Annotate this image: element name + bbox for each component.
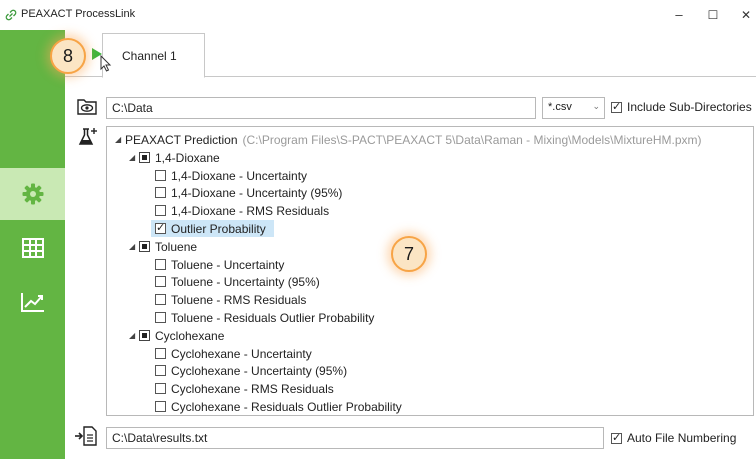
item-checkbox[interactable] bbox=[155, 170, 166, 181]
tree-group-node[interactable]: ◢ 1,4-Dioxane bbox=[129, 149, 220, 166]
collapse-icon[interactable]: ◢ bbox=[115, 135, 125, 144]
tree-item[interactable]: Toluene - Uncertainty (95%) bbox=[155, 273, 320, 290]
file-export-icon[interactable] bbox=[74, 426, 98, 446]
collapse-icon[interactable]: ◢ bbox=[129, 153, 139, 162]
item-checkbox[interactable] bbox=[155, 365, 166, 376]
tab-channel-1[interactable]: Channel 1 bbox=[102, 33, 205, 78]
item-checkbox[interactable] bbox=[155, 383, 166, 394]
item-label: Toluene - RMS Residuals bbox=[171, 292, 307, 307]
maximize-button[interactable]: ☐ bbox=[703, 6, 723, 24]
group-checkbox[interactable] bbox=[139, 241, 150, 252]
mouse-pointer-icon bbox=[100, 55, 112, 72]
link-icon bbox=[5, 9, 17, 21]
close-button[interactable]: ✕ bbox=[736, 6, 756, 24]
trend-chart-icon bbox=[20, 293, 44, 312]
item-label: Toluene - Residuals Outlier Probability bbox=[171, 310, 375, 325]
tree-group-node[interactable]: ◢ Toluene bbox=[129, 238, 197, 255]
output-path-field[interactable]: C:\Data\results.txt bbox=[106, 427, 604, 449]
auto-numbering-label: Auto File Numbering bbox=[627, 431, 737, 445]
include-subdirs-option[interactable]: Include Sub-Directories bbox=[611, 100, 752, 114]
item-checkbox[interactable] bbox=[155, 312, 166, 323]
tree-item[interactable]: Toluene - Uncertainty bbox=[155, 256, 284, 273]
tree-item[interactable]: Toluene - RMS Residuals bbox=[155, 291, 306, 308]
table-icon bbox=[21, 238, 44, 258]
item-checkbox[interactable] bbox=[155, 294, 166, 305]
tab-label: Channel 1 bbox=[122, 49, 177, 63]
group-label: 1,4-Dioxane bbox=[155, 150, 220, 165]
item-checkbox[interactable] bbox=[155, 348, 166, 359]
item-label: Outlier Probability bbox=[171, 221, 266, 236]
group-checkbox[interactable] bbox=[139, 152, 150, 163]
folder-eye-icon[interactable] bbox=[77, 97, 97, 115]
input-path-field[interactable]: C:\Data bbox=[106, 97, 536, 119]
tree-item[interactable]: Cyclohexane - Uncertainty (95%) bbox=[155, 362, 347, 379]
chevron-down-icon: ⌄ bbox=[592, 101, 600, 111]
item-label: Cyclohexane - Uncertainty (95%) bbox=[171, 363, 348, 378]
tree-item-selected[interactable]: Outlier Probability bbox=[151, 220, 274, 237]
prediction-tree[interactable]: ◢ PEAXACT Prediction (C:\Program Files\S… bbox=[106, 126, 754, 416]
item-label: Toluene - Uncertainty (95%) bbox=[171, 274, 320, 289]
gear-icon bbox=[22, 183, 43, 205]
file-type-value: *.csv bbox=[548, 101, 572, 113]
collapse-icon[interactable]: ◢ bbox=[129, 331, 139, 340]
tree-item[interactable]: Cyclohexane - RMS Residuals bbox=[155, 380, 334, 397]
auto-numbering-checkbox[interactable] bbox=[611, 431, 622, 444]
title-bar: PEAXACT ProcessLink – ☐ ✕ bbox=[0, 0, 756, 30]
item-label: Toluene - Uncertainty bbox=[171, 257, 285, 272]
item-label: Cyclohexane - Uncertainty bbox=[171, 346, 312, 361]
include-subdirs-checkbox[interactable] bbox=[611, 100, 622, 113]
window-title: PEAXACT ProcessLink bbox=[21, 8, 136, 20]
sidebar-item-chart[interactable] bbox=[0, 276, 65, 328]
auto-numbering-option[interactable]: Auto File Numbering bbox=[611, 431, 736, 445]
tree-group-node[interactable]: ◢ Cyclohexane bbox=[129, 327, 224, 344]
collapse-icon[interactable]: ◢ bbox=[129, 242, 139, 251]
tree-item[interactable]: Toluene - Residuals Outlier Probability bbox=[155, 309, 374, 326]
sidebar bbox=[0, 30, 65, 459]
tree-item[interactable]: 1,4-Dioxane - Uncertainty bbox=[155, 167, 307, 184]
item-checkbox[interactable] bbox=[155, 221, 166, 234]
tree-root-path: (C:\Program Files\S-PACT\PEAXACT 5\Data\… bbox=[242, 132, 702, 147]
tree-item[interactable]: Cyclohexane - Residuals Outlier Probabil… bbox=[155, 398, 402, 415]
item-label: Cyclohexane - Residuals Outlier Probabil… bbox=[171, 399, 402, 414]
sidebar-item-settings[interactable] bbox=[0, 168, 65, 220]
group-checkbox[interactable] bbox=[139, 330, 150, 341]
item-checkbox[interactable] bbox=[155, 276, 166, 287]
item-checkbox[interactable] bbox=[155, 205, 166, 216]
include-subdirs-label: Include Sub-Directories bbox=[627, 100, 752, 114]
item-label: 1,4-Dioxane - RMS Residuals bbox=[171, 203, 330, 218]
item-label: Cyclohexane - RMS Residuals bbox=[171, 381, 334, 396]
sidebar-item-table[interactable] bbox=[0, 222, 65, 274]
item-label: 1,4-Dioxane - Uncertainty bbox=[171, 168, 308, 183]
tree-root-label: PEAXACT Prediction bbox=[125, 132, 238, 147]
tree-item[interactable]: 1,4-Dioxane - RMS Residuals bbox=[155, 202, 329, 219]
item-checkbox[interactable] bbox=[155, 187, 166, 198]
step-badge-run: 8 bbox=[50, 38, 86, 74]
file-type-select[interactable]: *.csv ⌄ bbox=[542, 97, 605, 119]
step-badge-tree: 7 bbox=[391, 236, 427, 272]
tree-item[interactable]: 1,4-Dioxane - Uncertainty (95%) bbox=[155, 184, 342, 201]
item-checkbox[interactable] bbox=[155, 401, 166, 412]
tree-item[interactable]: Cyclohexane - Uncertainty bbox=[155, 345, 312, 362]
flask-plus-icon[interactable] bbox=[78, 127, 98, 147]
group-label: Cyclohexane bbox=[155, 328, 225, 343]
tree-root[interactable]: ◢ PEAXACT Prediction (C:\Program Files\S… bbox=[115, 131, 702, 148]
item-checkbox[interactable] bbox=[155, 259, 166, 270]
group-label: Toluene bbox=[155, 239, 198, 254]
minimize-button[interactable]: – bbox=[669, 6, 689, 24]
item-label: 1,4-Dioxane - Uncertainty (95%) bbox=[171, 185, 343, 200]
